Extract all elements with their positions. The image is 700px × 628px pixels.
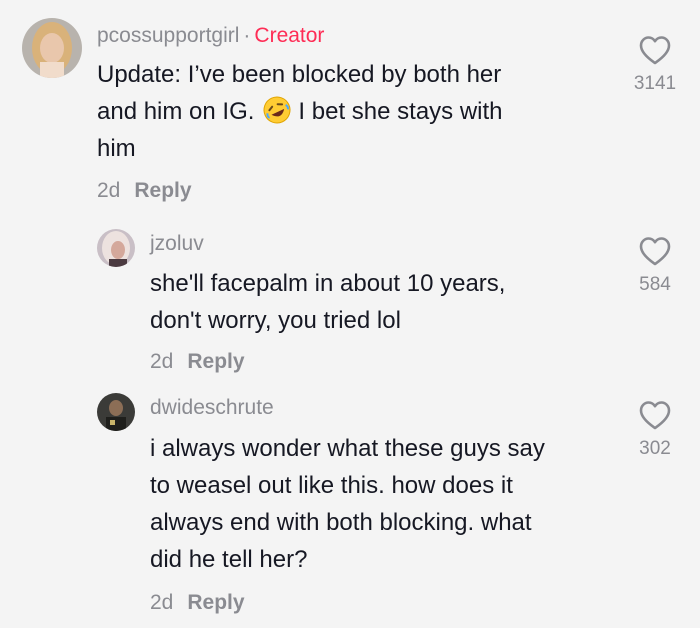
- comment-line: i always wonder what these guys say: [150, 435, 545, 462]
- like-count: 302: [639, 438, 671, 459]
- comment-line: Update: I’ve been blocked by both her: [97, 61, 502, 88]
- comment-meta: 2d Reply: [150, 591, 245, 615]
- avatar[interactable]: [97, 393, 135, 431]
- username[interactable]: dwideschrute: [150, 396, 274, 419]
- comment-line: him: [97, 135, 136, 162]
- comment-meta: 2d Reply: [97, 179, 192, 203]
- comment-author[interactable]: pcossupportgirl · Creator: [97, 24, 324, 48]
- heart-outline-icon: [639, 36, 671, 65]
- comment-thread: pcossupportgirl · Creator Update: I’ve bee…: [0, 0, 700, 628]
- comment-author[interactable]: dwideschrute: [150, 396, 274, 420]
- comment-text: she'll facepalm in about 10 years, don't…: [150, 265, 505, 339]
- comment-creator: pcossupportgirl · Creator Update: I’ve bee…: [0, 0, 700, 220]
- reply-button[interactable]: Reply: [187, 350, 244, 373]
- comment-line: and him on IG.: [97, 98, 255, 125]
- comment-line: she'll facepalm in about 10 years,: [150, 270, 506, 297]
- heart-outline-icon: [639, 237, 671, 266]
- avatar[interactable]: [97, 229, 135, 267]
- like-button[interactable]: 3141: [625, 34, 685, 95]
- comment-text: Update: I’ve been blocked by both her an…: [97, 56, 503, 167]
- comment-age: 2d: [150, 350, 174, 373]
- comment-age: 2d: [97, 179, 121, 202]
- comment-reply: dwideschrute i always wonder what these …: [0, 390, 700, 628]
- like-count: 3141: [633, 73, 677, 94]
- like-button[interactable]: 584: [625, 235, 685, 296]
- comment-age: 2d: [150, 591, 174, 614]
- rolling-on-floor-laughing-emoji-icon: [262, 95, 292, 125]
- comment-meta: 2d Reply: [150, 350, 245, 374]
- comment-reply: jzoluv she'll facepalm in about 10 years…: [0, 220, 700, 390]
- comment-line-with-emoji: and him on IG. I bet she stays with: [97, 93, 503, 130]
- username[interactable]: jzoluv: [150, 232, 204, 255]
- comment-line: did he tell her?: [150, 546, 308, 573]
- separator-dot: ·: [243, 24, 251, 47]
- reply-button[interactable]: Reply: [134, 179, 191, 202]
- like-count: 584: [639, 274, 671, 295]
- comment-line: to weasel out like this. how does it: [150, 472, 513, 499]
- comment-line: don't worry, you tried lol: [150, 307, 401, 334]
- comment-author[interactable]: jzoluv: [150, 232, 204, 256]
- comment-line: always end with both blocking. what: [150, 509, 532, 536]
- like-button[interactable]: 302: [625, 399, 685, 460]
- heart-outline-icon: [639, 401, 671, 430]
- comment-text: i always wonder what these guys say to w…: [150, 430, 545, 578]
- comment-line: I bet she stays with: [298, 98, 503, 125]
- creator-badge: Creator: [254, 24, 325, 47]
- reply-button[interactable]: Reply: [187, 591, 244, 614]
- username[interactable]: pcossupportgirl: [97, 24, 239, 47]
- avatar[interactable]: [22, 18, 82, 78]
